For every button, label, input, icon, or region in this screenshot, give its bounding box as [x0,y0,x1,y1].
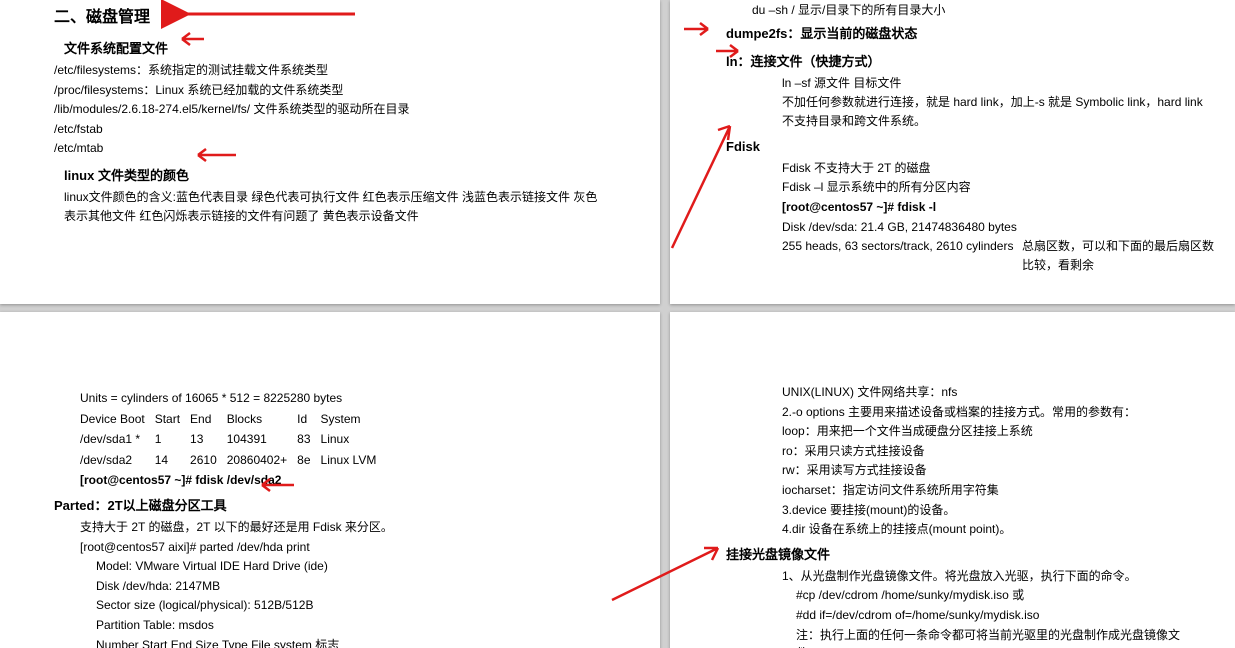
color-paragraph: linux文件颜色的含义:蓝色代表目录 绿色代表可执行文件 红色表示压缩文件 浅… [64,188,606,225]
opt-line: rw：采用读写方式挂接设备 [782,461,1215,480]
opt-line: loop：用来把一个文件当成硬盘分区挂接上系统 [782,422,1215,441]
mount-step: 1、从光盘制作光盘镜像文件。将光盘放入光驱，执行下面的命令。 [782,567,1215,586]
fdisk-line: [root@centos57 ~]# fdisk -l [782,198,1215,217]
fdisk-line: Fdisk –l 显示系统中的所有分区内容 [782,178,1215,197]
table-row: /dev/sda214261020860402+8eLinux LVM [80,450,386,471]
du-line: du –sh / 显示/目录下的所有目录大小 [752,1,1215,20]
parted-line: Disk /dev/hda: 2147MB [96,577,606,596]
parted-cmd: [root@centos57 aixi]# parted /dev/hda pr… [80,538,606,557]
subheading-ln: ln：连接文件（快捷方式） [726,52,1215,72]
ln-line: ln –sf 源文件 目标文件 [782,74,1215,93]
subheading-fdisk: Fdisk [726,137,1215,157]
subheading-fs-config: 文件系统配置文件 [64,39,606,59]
opt-line: iocharset：指定访问文件系统所用字符集 [782,481,1215,500]
heading-disk-mgmt: 二、磁盘管理 [54,6,606,31]
opt-line: 4.dir 设备在系统上的挂接点(mount point)。 [782,520,1215,539]
fs-line: /etc/mtab [54,139,606,158]
mount-note: 注：执行上面的任何一条命令都可将当前光驱里的光盘制作成光盘镜像文件/home/s… [796,626,1215,648]
fs-line: /etc/fstab [54,120,606,139]
fdisk-row: 255 heads, 63 sectors/track, 2610 cylind… [782,237,1215,274]
cylinders-line: Units = cylinders of 16065 * 512 = 82252… [80,389,606,408]
fdisk-geo: 255 heads, 63 sectors/track, 2610 cylind… [782,237,1022,274]
page-bottom-right: UNIX(LINUX) 文件网络共享：nfs 2.-o options 主要用来… [670,312,1235,648]
opt-line: 3.device 要挂接(mount)的设备。 [782,501,1215,520]
fs-line: /lib/modules/2.6.18-274.el5/kernel/fs/ 文… [54,100,606,119]
table-row: /dev/sda1 *11310439183Linux [80,429,386,450]
subheading-parted: Parted：2T以上磁盘分区工具 [54,496,606,516]
table-header: Device BootStartEndBlocksIdSystem [80,409,386,430]
mount-cmd: #cp /dev/cdrom /home/sunky/mydisk.iso 或 [796,586,1215,605]
fdisk-line: Disk /dev/sda: 21.4 GB, 21474836480 byte… [782,218,1215,237]
prompt-line: [root@centos57 ~]# fdisk /dev/sda2 [80,471,606,490]
page-top-left: 二、磁盘管理 文件系统配置文件 /etc/filesystems：系统指定的测试… [0,0,660,304]
subheading-color: linux 文件类型的颜色 [64,166,606,186]
mount-cmd: #dd if=/dev/cdrom of=/home/sunky/mydisk.… [796,606,1215,625]
parted-header: Number Start End Size Type File system 标… [96,636,606,648]
page-bottom-left: Units = cylinders of 16065 * 512 = 82252… [0,312,660,648]
parted-line: Sector size (logical/physical): 512B/512… [96,596,606,615]
ln-line: 不加任何参数就进行连接，就是 hard link，加上-s 就是 Symboli… [782,93,1215,130]
fs-line: /proc/filesystems：Linux 系统已经加载的文件系统类型 [54,81,606,100]
parted-line: Partition Table: msdos [96,616,606,635]
fdisk-line: Fdisk 不支持大于 2T 的磁盘 [782,159,1215,178]
subheading-dumpe2fs: dumpe2fs：显示当前的磁盘状态 [726,24,1215,44]
fdisk-note: 总扇区数，可以和下面的最后扇区数比较，看剩余 [1022,237,1215,274]
parted-desc: 支持大于 2T 的磁盘，2T 以下的最好还是用 Fdisk 来分区。 [80,518,606,537]
opt-line: ro：采用只读方式挂接设备 [782,442,1215,461]
fs-line: /etc/filesystems：系统指定的测试挂载文件系统类型 [54,61,606,80]
partition-table: Device BootStartEndBlocksIdSystem /dev/s… [80,409,386,471]
opt-line: UNIX(LINUX) 文件网络共享：nfs [782,383,1215,402]
page-top-right: du –sh / 显示/目录下的所有目录大小 dumpe2fs：显示当前的磁盘状… [670,0,1235,304]
opt-line: 2.-o options 主要用来描述设备或档案的挂接方式。常用的参数有： [782,403,1215,422]
parted-line: Model: VMware Virtual IDE Hard Drive (id… [96,557,606,576]
subheading-mount-iso: 挂接光盘镜像文件 [726,545,1215,565]
